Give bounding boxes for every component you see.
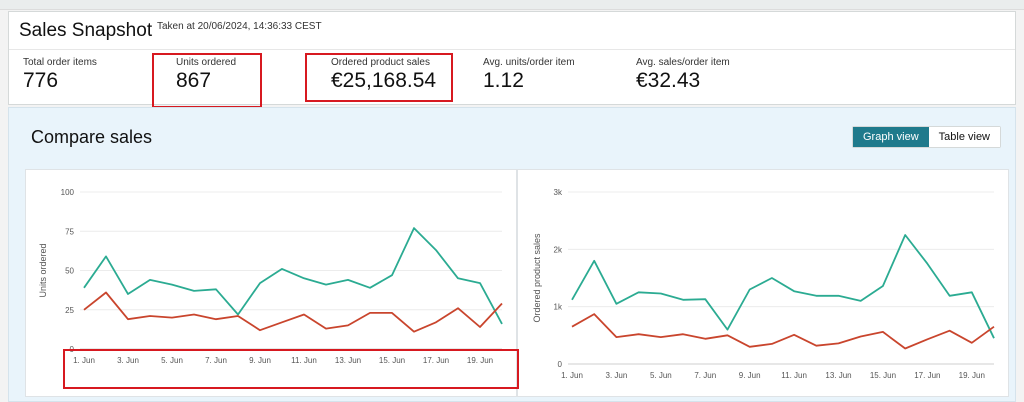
x-tick-label: 1. Jun (561, 371, 583, 380)
product-sales-chart-svg: 0 1k 2k 3k 1. Jun 3. Jun 5. Jun 7. Jun 9. Jun 11.… (532, 188, 995, 380)
snapshot-timestamp: Taken at 20/06/2024, 14:36:33 CEST (157, 21, 322, 32)
y-tick-label: 1k (554, 303, 563, 312)
y-tick-label: 75 (65, 227, 74, 236)
y-axis-title: Units ordered (38, 243, 48, 297)
metric-value: 776 (23, 69, 59, 92)
y-axis-title: Ordered product sales (532, 233, 542, 323)
metric-avg-sales-per-order-item: Avg. sales/order item €32.43 (636, 57, 730, 93)
y-tick-label: 3k (554, 188, 563, 197)
x-tick-label: 11. Jun (781, 371, 807, 380)
compare-sales-title: Compare sales (31, 127, 153, 147)
x-tick-label: 5. Jun (650, 371, 672, 380)
highlight-box-x-axis (63, 349, 519, 389)
metric-value: 1.12 (483, 69, 524, 92)
metric-value: €32.43 (636, 69, 701, 92)
x-tick-label: 15. Jun (870, 371, 896, 380)
snapshot-header: Sales Snapshot Taken at 20/06/2024, 14:3… (9, 12, 1015, 50)
highlight-box-units-ordered (152, 53, 262, 108)
x-tick-label: 9. Jun (739, 371, 761, 380)
series-line-1 (571, 234, 995, 339)
y-tick-label: 100 (61, 188, 75, 197)
y-tick-label: 0 (558, 360, 563, 369)
metric-label: Avg. units/order item (483, 57, 575, 68)
y-tick-label: 50 (65, 267, 74, 276)
highlight-box-product-sales (305, 53, 453, 102)
metric-label: Total order items (23, 57, 97, 68)
view-toggle: Graph view Table view (852, 126, 1001, 148)
graph-view-button[interactable]: Graph view (853, 127, 929, 147)
x-tick-label: 3. Jun (606, 371, 628, 380)
metric-label: Avg. sales/order item (636, 57, 730, 68)
metric-avg-units-per-order-item: Avg. units/order item 1.12 (483, 57, 575, 93)
series-line-2 (83, 291, 503, 333)
product-sales-chart: 0 1k 2k 3k 1. Jun 3. Jun 5. Jun 7. Jun 9. Jun 11.… (517, 169, 1009, 397)
series-line-2 (571, 313, 995, 350)
y-tick-label: 2k (554, 245, 563, 254)
x-tick-label: 7. Jun (694, 371, 716, 380)
metric-total-order-items: Total order items 776 (23, 57, 97, 93)
x-tick-label: 13. Jun (825, 371, 851, 380)
table-view-button[interactable]: Table view (928, 127, 1000, 147)
snapshot-title: Sales Snapshot (19, 20, 153, 41)
x-tick-label: 17. Jun (914, 371, 940, 380)
top-strip (0, 0, 1024, 10)
y-tick-label: 25 (65, 306, 74, 315)
x-tick-label: 19. Jun (959, 371, 985, 380)
